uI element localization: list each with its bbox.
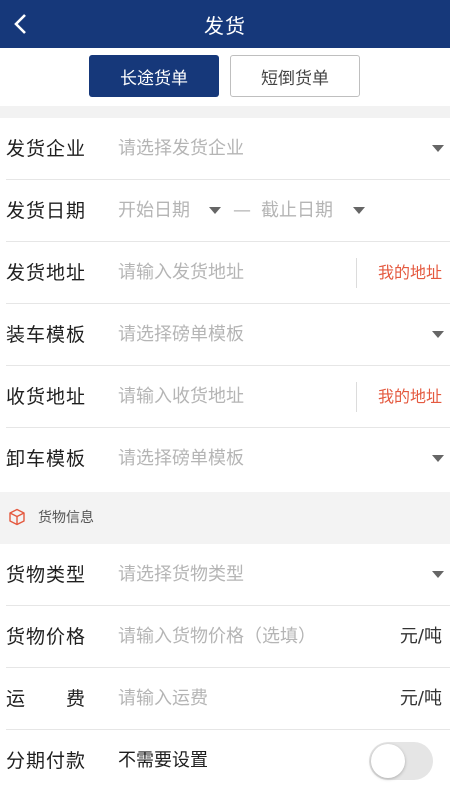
- top-nav-bar: 发货: [0, 0, 450, 48]
- toggle-knob: [371, 744, 405, 778]
- date-separator: —: [233, 200, 251, 221]
- divider: [356, 258, 357, 288]
- cargo-section-header: 货物信息: [0, 492, 450, 544]
- load-template-label: 装车模板: [6, 324, 87, 346]
- freight-row: 运 费 请输入运费 元/吨: [0, 668, 450, 730]
- company-label: 发货企业: [6, 138, 87, 160]
- installment-toggle[interactable]: [369, 742, 433, 780]
- company-select-row[interactable]: 发货企业 请选择发货企业: [0, 118, 450, 180]
- section-gap: [0, 106, 450, 118]
- freight-input[interactable]: 请输入运费: [118, 668, 208, 730]
- date-label: 发货日期: [6, 200, 87, 222]
- receive-my-address-link[interactable]: 我的地址: [378, 366, 442, 428]
- ship-my-address-link[interactable]: 我的地址: [378, 242, 442, 304]
- caret-down-icon: [209, 207, 221, 214]
- chevron-left-icon: [14, 14, 26, 34]
- tab-long-distance[interactable]: 长途货单: [89, 55, 219, 97]
- load-template-row[interactable]: 装车模板 请选择磅单模板: [0, 304, 450, 366]
- receive-address-label: 收货地址: [6, 386, 87, 408]
- caret-down-icon: [432, 331, 444, 338]
- page-title: 发货: [204, 13, 246, 38]
- installment-value: 不需要设置: [118, 750, 208, 771]
- cargo-section-title: 货物信息: [38, 510, 94, 526]
- installment-label: 分期付款: [6, 750, 87, 772]
- date-range-row: 发货日期 开始日期 — 截止日期: [0, 180, 450, 242]
- start-date-picker[interactable]: 开始日期: [118, 180, 190, 242]
- ship-address-label: 发货地址: [6, 262, 87, 284]
- receive-address-row: 收货地址 请输入收货地址 我的地址: [0, 366, 450, 428]
- back-button[interactable]: [0, 0, 40, 48]
- load-template-placeholder: 请选择磅单模板: [118, 324, 244, 345]
- installment-row: 分期付款 不需要设置: [0, 730, 450, 792]
- freight-label: 运 费: [6, 688, 87, 710]
- cargo-price-input[interactable]: 请输入货物价格（选填）: [118, 606, 316, 668]
- company-placeholder: 请选择发货企业: [118, 138, 244, 159]
- order-type-tabs: 长途货单 短倒货单: [0, 48, 450, 106]
- cargo-type-row[interactable]: 货物类型 请选择货物类型: [0, 544, 450, 606]
- cargo-price-unit: 元/吨: [399, 626, 442, 647]
- cargo-type-label: 货物类型: [6, 564, 87, 586]
- cargo-type-placeholder: 请选择货物类型: [118, 564, 244, 585]
- caret-down-icon: [432, 455, 444, 462]
- unload-template-row[interactable]: 卸车模板 请选择磅单模板: [0, 428, 450, 490]
- unload-template-placeholder: 请选择磅单模板: [118, 448, 244, 469]
- end-date-picker[interactable]: 截止日期: [261, 180, 333, 242]
- caret-down-icon: [432, 571, 444, 578]
- ship-address-input[interactable]: 请输入发货地址: [118, 242, 244, 304]
- package-icon: [9, 508, 25, 526]
- caret-down-icon: [432, 145, 444, 152]
- tab-short-transfer[interactable]: 短倒货单: [230, 55, 360, 97]
- divider: [356, 382, 357, 412]
- freight-unit: 元/吨: [399, 688, 442, 709]
- receive-address-input[interactable]: 请输入收货地址: [118, 366, 244, 428]
- caret-down-icon: [353, 207, 365, 214]
- ship-address-row: 发货地址 请输入发货地址 我的地址: [0, 242, 450, 304]
- unload-template-label: 卸车模板: [6, 448, 87, 470]
- cargo-price-row: 货物价格 请输入货物价格（选填） 元/吨: [0, 606, 450, 668]
- cargo-price-label: 货物价格: [6, 626, 87, 648]
